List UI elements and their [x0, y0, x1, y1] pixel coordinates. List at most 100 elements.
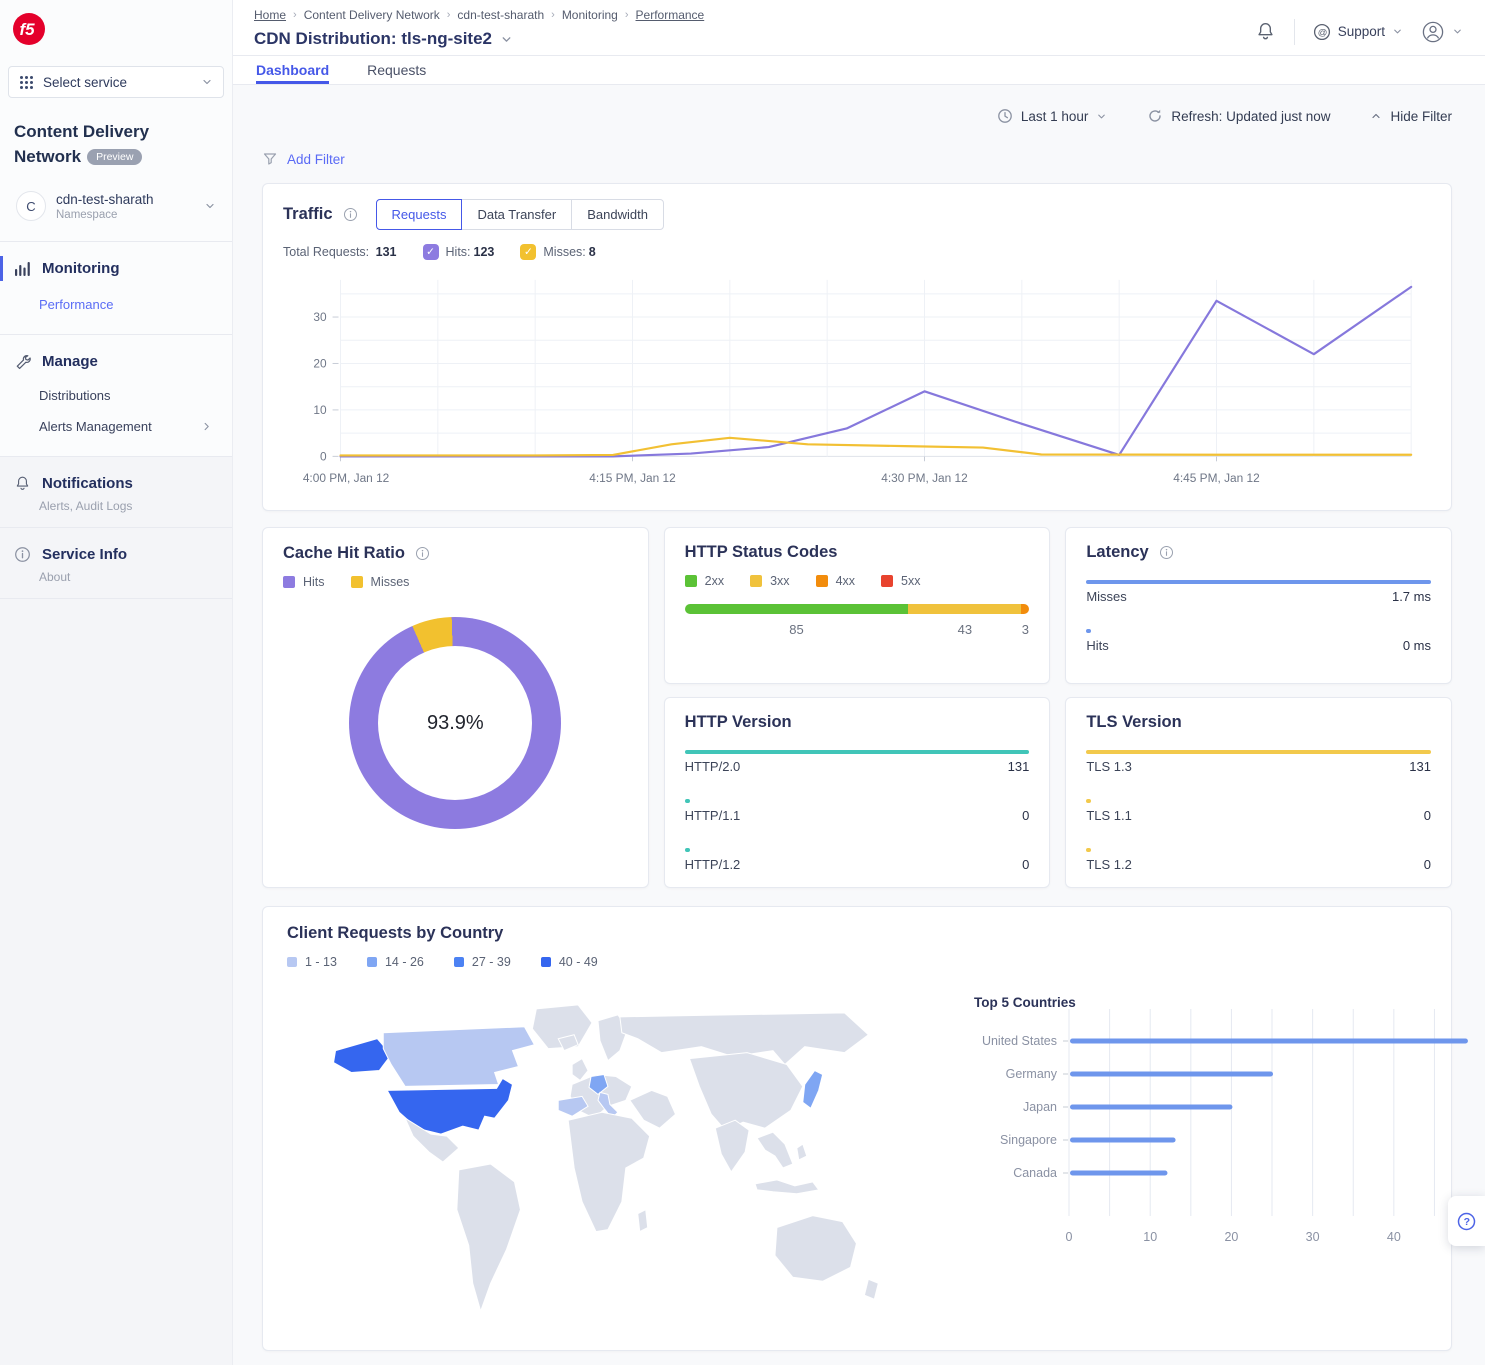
hits-checkbox[interactable]: ✓	[423, 244, 439, 260]
namespace-name: cdn-test-sharath	[56, 192, 154, 207]
map-new-zealand[interactable]	[864, 1279, 878, 1299]
bar-row-label: TLS 1.2	[1086, 857, 1132, 872]
map-japan[interactable]	[803, 1071, 823, 1109]
breadcrumb: Home › Content Delivery Network › cdn-te…	[254, 8, 704, 22]
status-segment-2xx	[685, 604, 909, 614]
map-alaska[interactable]	[334, 1039, 392, 1073]
map-south-america[interactable]	[457, 1164, 521, 1311]
y-tick-label: 10	[313, 403, 327, 417]
map-uk[interactable]	[572, 1059, 588, 1081]
namespace-selector[interactable]: C cdn-test-sharath Namespace	[8, 185, 224, 227]
map-philippines[interactable]	[797, 1144, 807, 1160]
traffic-view-data-transfer[interactable]: Data Transfer	[461, 199, 572, 230]
series-hits	[340, 287, 1411, 456]
bar	[1086, 848, 1091, 852]
map-indonesia[interactable]	[755, 1180, 819, 1194]
time-range-label: Last 1 hour	[1021, 109, 1089, 124]
map-se-asia[interactable]	[757, 1132, 793, 1168]
donut-hole: 93.9%	[378, 646, 532, 800]
select-service-dropdown[interactable]: Select service	[8, 66, 224, 98]
info-icon[interactable]	[1159, 545, 1174, 560]
distribution-selector[interactable]: CDN Distribution: tls-ng-site2	[254, 29, 704, 49]
sidebar-item-service-info[interactable]: Service Info	[0, 540, 232, 569]
svg-text:?: ?	[1464, 1216, 1470, 1228]
traffic-view-bandwidth[interactable]: Bandwidth	[571, 199, 664, 230]
help-button[interactable]: ?	[1448, 1196, 1485, 1246]
info-icon[interactable]	[343, 207, 358, 222]
status-legend: 2xx3xx4xx5xx	[685, 574, 1030, 588]
hits-toggle[interactable]: ✓ Hits: 123	[423, 244, 495, 260]
bar-row-text: HTTP/1.10	[685, 808, 1030, 823]
x-tick-label: 40	[1387, 1230, 1401, 1244]
http-version-title: HTTP Version	[685, 713, 792, 732]
category-label: Canada	[1013, 1166, 1057, 1180]
legend-label: 14 - 26	[385, 955, 424, 969]
add-filter-button[interactable]: Add Filter	[262, 141, 1452, 177]
tab-requests[interactable]: Requests	[367, 56, 426, 84]
map-madagascar[interactable]	[638, 1210, 648, 1232]
traffic-view-requests[interactable]: Requests	[376, 199, 463, 230]
legend-item-misses: Misses	[351, 575, 410, 589]
user-menu[interactable]	[1421, 20, 1463, 44]
info-icon	[14, 546, 31, 563]
category-label: Japan	[1023, 1100, 1057, 1114]
hide-filter-button[interactable]: Hide Filter	[1370, 109, 1452, 124]
map-canada[interactable]	[383, 1027, 534, 1087]
misses-toggle[interactable]: ✓ Misses: 8	[520, 244, 595, 260]
sidebar-item-performance[interactable]: Performance	[0, 289, 232, 320]
legend-label: 1 - 13	[305, 955, 337, 969]
misses-checkbox[interactable]: ✓	[520, 244, 536, 260]
bar-row-label: Hits	[1086, 638, 1108, 653]
breadcrumb-namespace[interactable]: cdn-test-sharath	[457, 8, 544, 22]
status-bar-labels: 85433	[685, 622, 1030, 637]
sidebar-item-label: Alerts Management	[39, 419, 152, 434]
bar-row-text: TLS 1.10	[1086, 808, 1431, 823]
3xx-swatch	[750, 575, 762, 587]
sidebar-item-manage[interactable]: Manage	[0, 347, 232, 376]
nav-group-service-info: Service Info About	[0, 528, 232, 599]
support-menu[interactable]: @ Support	[1313, 23, 1403, 41]
traffic-line-chart: 01020304:00 PM, Jan 124:15 PM, Jan 124:3…	[283, 264, 1431, 500]
traffic-stats: Total Requests: 131 ✓ Hits: 123 ✓ Misses…	[283, 244, 1431, 260]
sidebar-item-notifications[interactable]: Notifications	[0, 469, 232, 498]
map-australia[interactable]	[775, 1216, 857, 1282]
2xx-swatch	[685, 575, 697, 587]
namespace-avatar: C	[16, 191, 46, 221]
top5-countries-title: Top 5 Countries	[928, 995, 1076, 1010]
main-area: Home › Content Delivery Network › cdn-te…	[233, 0, 1485, 1365]
refresh-label: Refresh: Updated just now	[1171, 109, 1330, 124]
status-segment-4xx	[1021, 604, 1029, 614]
breadcrumb-home[interactable]: Home	[254, 8, 286, 22]
f5-logo[interactable]: f5	[0, 0, 232, 56]
legend-item-40-49: 40 - 49	[541, 955, 598, 969]
notifications-button[interactable]	[1255, 21, 1276, 42]
sidebar-item-alerts-management[interactable]: Alerts Management	[0, 411, 232, 442]
bar-germany	[1070, 1072, 1273, 1077]
breadcrumb-cdn[interactable]: Content Delivery Network	[304, 8, 440, 22]
breadcrumb-performance[interactable]: Performance	[636, 8, 705, 22]
breadcrumb-monitoring[interactable]: Monitoring	[562, 8, 618, 22]
refresh-button[interactable]: Refresh: Updated just now	[1147, 108, 1330, 124]
latency-bars: Misses1.7 msHits0 ms	[1086, 580, 1431, 653]
bar	[685, 848, 690, 852]
bar-row-HTTP/1.2: HTTP/1.20	[685, 848, 1030, 872]
sidebar-item-distributions[interactable]: Distributions	[0, 380, 232, 411]
cache-donut-wrap: 93.9%	[283, 617, 628, 829]
misses-value: 8	[589, 245, 596, 259]
sidebar-item-monitoring[interactable]: Monitoring	[0, 254, 232, 283]
tab-dashboard[interactable]: Dashboard	[256, 56, 329, 84]
bar-row-value: 131	[1409, 759, 1431, 774]
x-tick-label: 10	[1143, 1230, 1157, 1244]
bar-row-label: TLS 1.3	[1086, 759, 1132, 774]
map-china[interactable]	[689, 1053, 802, 1131]
info-icon[interactable]	[415, 546, 430, 561]
sidebar-item-sublabel: About	[0, 569, 232, 584]
time-range-dropdown[interactable]: Last 1 hour	[997, 108, 1108, 124]
status-value-2xx: 85	[685, 622, 909, 637]
svg-text:f5: f5	[20, 20, 36, 39]
map-india[interactable]	[715, 1120, 749, 1172]
bar-row-label: Misses	[1086, 589, 1126, 604]
y-tick-label: 0	[320, 449, 327, 463]
hide-filter-label: Hide Filter	[1390, 109, 1452, 124]
bar-row-label: HTTP/1.1	[685, 808, 741, 823]
